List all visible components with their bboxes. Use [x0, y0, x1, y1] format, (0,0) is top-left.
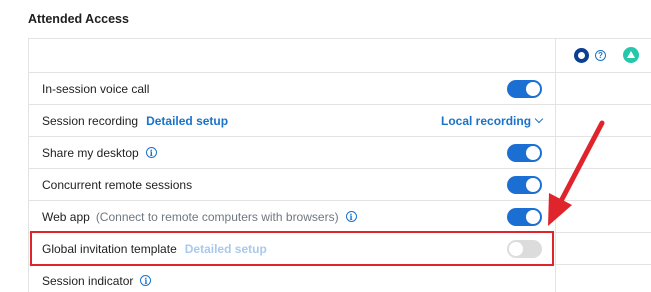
row-session-recording: Session recording Detailed setup Local r…: [29, 105, 651, 137]
upload-icon[interactable]: [623, 47, 639, 63]
dropdown-value: Local recording: [441, 113, 532, 128]
toggle-knob: [526, 210, 540, 224]
row-label-text: Session recording: [42, 113, 139, 128]
row-label: In-session voice call: [42, 73, 149, 104]
row-in-session-voice-call: In-session voice call: [29, 73, 651, 105]
column-divider: [555, 169, 556, 200]
column-divider: [555, 105, 556, 136]
row-label-text: Concurrent remote sessions: [42, 177, 193, 192]
column-divider: [555, 201, 556, 232]
row-session-indicator: Session indicator i: [29, 265, 651, 292]
column-divider: [555, 137, 556, 168]
row-label: Share my desktop i: [42, 137, 157, 168]
row-web-app: Web app (Connect to remote computers wit…: [29, 201, 651, 233]
session-recording-setup-link[interactable]: Detailed setup: [146, 114, 228, 128]
row-label: Concurrent remote sessions: [42, 169, 192, 200]
share-desktop-toggle[interactable]: [507, 144, 542, 162]
invitation-template-setup-link[interactable]: Detailed setup: [185, 242, 267, 256]
info-icon[interactable]: i: [145, 147, 157, 158]
toggle-knob: [509, 242, 523, 256]
row-label: Global invitation template Detailed setu…: [42, 233, 267, 264]
row-share-my-desktop: Share my desktop i: [29, 137, 651, 169]
info-icon[interactable]: i: [345, 211, 357, 222]
toggle-knob: [526, 82, 540, 96]
row-global-invitation-template: Global invitation template Detailed setu…: [29, 233, 651, 265]
recording-mode-dropdown[interactable]: Local recording: [441, 105, 544, 136]
column-divider: [555, 73, 556, 104]
toggle-knob: [526, 146, 540, 160]
concurrent-sessions-toggle[interactable]: [507, 176, 542, 194]
help-icon[interactable]: ?: [595, 50, 606, 61]
column-divider: [555, 265, 556, 292]
section-title: Attended Access: [28, 12, 129, 26]
web-app-toggle[interactable]: [507, 208, 542, 226]
row-concurrent-remote-sessions: Concurrent remote sessions: [29, 169, 651, 201]
info-icon[interactable]: i: [140, 275, 152, 286]
settings-table: ? In-session voice call Session recordin…: [28, 38, 651, 292]
voice-call-toggle[interactable]: [507, 80, 542, 98]
row-label-text: Share my desktop: [42, 145, 139, 160]
row-label: Session recording Detailed setup: [42, 105, 228, 136]
web-app-hint: (Connect to remote computers with browse…: [95, 209, 339, 224]
column-divider: [555, 233, 556, 264]
row-label: Web app (Connect to remote computers wit…: [42, 201, 357, 232]
table-header: ?: [29, 39, 651, 73]
settings-icon[interactable]: [574, 48, 589, 63]
invitation-template-toggle[interactable]: [507, 240, 542, 258]
chevron-down-icon: [534, 114, 544, 123]
row-label-text: Web app: [42, 209, 90, 224]
column-divider: [555, 39, 556, 72]
row-label-text: In-session voice call: [42, 81, 150, 96]
row-label-text: Session indicator: [42, 273, 134, 288]
row-label: Session indicator i: [42, 265, 152, 292]
toggle-knob: [526, 178, 540, 192]
row-label-text: Global invitation template: [42, 241, 177, 256]
